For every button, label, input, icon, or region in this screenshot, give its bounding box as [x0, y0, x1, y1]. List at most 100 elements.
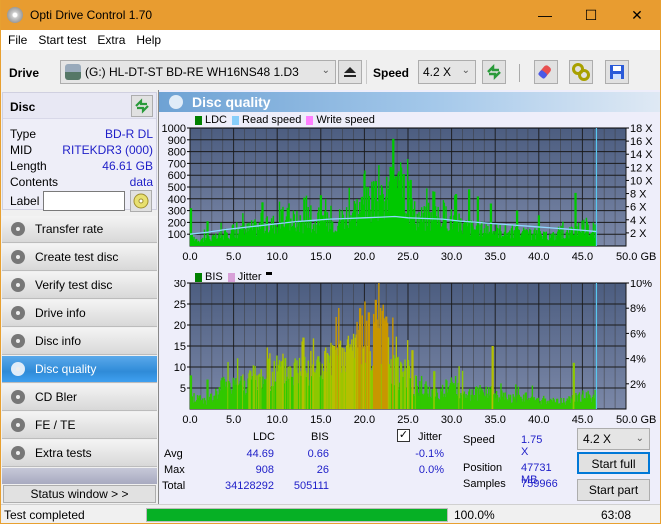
y2-tick-label: 4 X	[630, 215, 647, 227]
stats-header-bis: BIS	[311, 431, 329, 443]
y2-tick-label: 4%	[630, 354, 646, 366]
x-tick-label: 0.0	[182, 251, 197, 262]
y-tick-label: 200	[168, 217, 186, 229]
disc-key: MID	[10, 143, 32, 157]
x-tick-label: 20.0	[354, 251, 375, 262]
save-button[interactable]	[605, 60, 629, 84]
menu-file[interactable]: File	[8, 33, 27, 47]
stats-header-ldc: LDC	[253, 431, 276, 443]
cd-bler-icon	[11, 390, 25, 404]
speed-value: 4.2 X	[423, 65, 452, 79]
drive-info-icon	[11, 306, 25, 320]
nav-label: Transfer rate	[35, 222, 104, 236]
nav-create-test-disc[interactable]: Create test disc	[2, 244, 157, 271]
x-tick-label: 15.0	[310, 251, 331, 262]
nav-extra-tests[interactable]: Extra tests	[2, 440, 157, 467]
nav-label: Create test disc	[35, 250, 119, 264]
x-tick-label: 25.0	[397, 251, 418, 262]
erase-button[interactable]	[534, 60, 558, 84]
menu-start-test[interactable]: Start test	[38, 33, 86, 47]
jitter-checkbox[interactable]: ✓	[397, 429, 410, 442]
refresh-button[interactable]	[482, 60, 506, 84]
minimize-button[interactable]: —	[522, 0, 568, 30]
y-tick-label: 500	[168, 182, 186, 194]
y-tick-label: 1000	[162, 124, 186, 135]
status-text: Test completed	[4, 508, 85, 522]
avg-bis: 0.66	[307, 448, 329, 460]
x-tick-label: 45.0	[572, 414, 593, 426]
menu-help[interactable]: Help	[136, 33, 161, 47]
refresh-icon	[135, 98, 149, 114]
y-tick-label: 900	[168, 135, 186, 147]
drive-label: Drive	[9, 66, 40, 80]
eject-button[interactable]	[338, 60, 362, 84]
x-tick-label: 20.0	[354, 414, 375, 426]
y-tick-label: 20	[174, 320, 186, 332]
nav-cd-bler[interactable]: CD Bler	[2, 384, 157, 411]
disc-icon	[133, 193, 149, 209]
chevron-down-icon: ⌄	[321, 65, 330, 76]
x-tick-label: 30.0	[441, 414, 462, 426]
nav-drive-info[interactable]: Drive info	[2, 300, 157, 327]
settings-button[interactable]	[569, 60, 593, 84]
chevron-down-icon: ⌄	[461, 65, 470, 76]
start-part-button[interactable]: Start part	[577, 479, 650, 501]
test-speed-select[interactable]: 4.2 X ⌄	[577, 428, 650, 450]
menu-extra[interactable]: Extra	[97, 33, 125, 47]
y2-tick-label: 12 X	[630, 162, 653, 174]
y-tick-label: 25	[174, 299, 186, 311]
chevron-down-icon: ⌄	[635, 433, 644, 444]
nav-label: Drive info	[35, 306, 86, 320]
disc-quality-panel: Disc quality LDC Read speed Write speed …	[158, 90, 660, 504]
app-window: Opti Drive Control 1.70 — ☐ ✕ File Start…	[1, 0, 660, 523]
disc-row-type: Type BD-R DL	[10, 127, 153, 141]
nav-label: Extra tests	[35, 446, 92, 460]
disc-key: Length	[10, 159, 47, 173]
disc-row-mid: MID RITEKDR3 (000)	[10, 143, 153, 157]
disc-quality-icon	[169, 95, 183, 109]
x-tick-label: 5.0	[226, 251, 241, 262]
legend-marker	[265, 271, 272, 275]
nav-fe-te[interactable]: FE / TE	[2, 412, 157, 439]
nav-disc-info[interactable]: Disc info	[2, 328, 157, 355]
nav-verify-test-disc[interactable]: Verify test disc	[2, 272, 157, 299]
y-tick-label: 15	[174, 341, 186, 353]
avg-ldc: 44.69	[246, 448, 274, 460]
toolbar-divider	[366, 60, 367, 84]
x-tick-label: 5.0	[226, 414, 241, 426]
x-tick-label: 35.0	[484, 414, 505, 426]
disc-row-contents: Contents data	[10, 175, 153, 189]
jitter-label: Jitter	[418, 431, 442, 443]
start-full-button[interactable]: Start full	[577, 452, 650, 474]
disc-refresh-button[interactable]	[131, 95, 153, 117]
x-tick-label: 50.0 GB	[616, 251, 656, 262]
test-speed-value: 4.2 X	[583, 432, 612, 446]
nav-transfer-rate[interactable]: Transfer rate	[2, 216, 157, 243]
label-disc-button[interactable]	[130, 190, 152, 212]
x-tick-label: 30.0	[441, 251, 462, 262]
close-button[interactable]: ✕	[614, 0, 660, 30]
ldc-chart: 1002003004005006007008009001000 2 X4 X6 X…	[162, 124, 657, 262]
eject-icon	[344, 67, 356, 77]
status-window-button[interactable]: Status window > >	[3, 485, 156, 503]
drive-select[interactable]: (G:) HL-DT-ST BD-RE WH16NS48 1.D3 ⌄	[60, 60, 336, 84]
toolbar-divider	[519, 64, 520, 82]
maximize-button[interactable]: ☐	[568, 0, 614, 30]
nav-label: Disc quality	[35, 362, 97, 376]
x-tick-label: 10.0	[266, 414, 287, 426]
nav-label: Disc info	[35, 334, 82, 348]
y-tick-label: 600	[168, 170, 186, 182]
disc-quality-icon	[11, 362, 25, 376]
drive-icon	[65, 64, 81, 80]
speed-select[interactable]: 4.2 X ⌄	[418, 60, 476, 84]
drive-value: (G:) HL-DT-ST BD-RE WH16NS48 1.D3	[85, 65, 299, 79]
label-input[interactable]	[43, 191, 125, 211]
disc-value: data	[129, 175, 153, 189]
disc-value: RITEKDR3 (000)	[62, 143, 153, 157]
y2-tick-label: 2 X	[630, 228, 647, 240]
x-tick-label: 15.0	[310, 414, 331, 426]
nav-disc-quality[interactable]: Disc quality	[2, 356, 157, 383]
bis-chart: 5 10 15 20 25 30 2% 4% 6% 8% 10% 0.0 5.0 10.0 15.0 20.0…	[174, 280, 657, 426]
refresh-icon	[487, 63, 501, 81]
x-tick-label: 50.0 GB	[616, 414, 656, 426]
